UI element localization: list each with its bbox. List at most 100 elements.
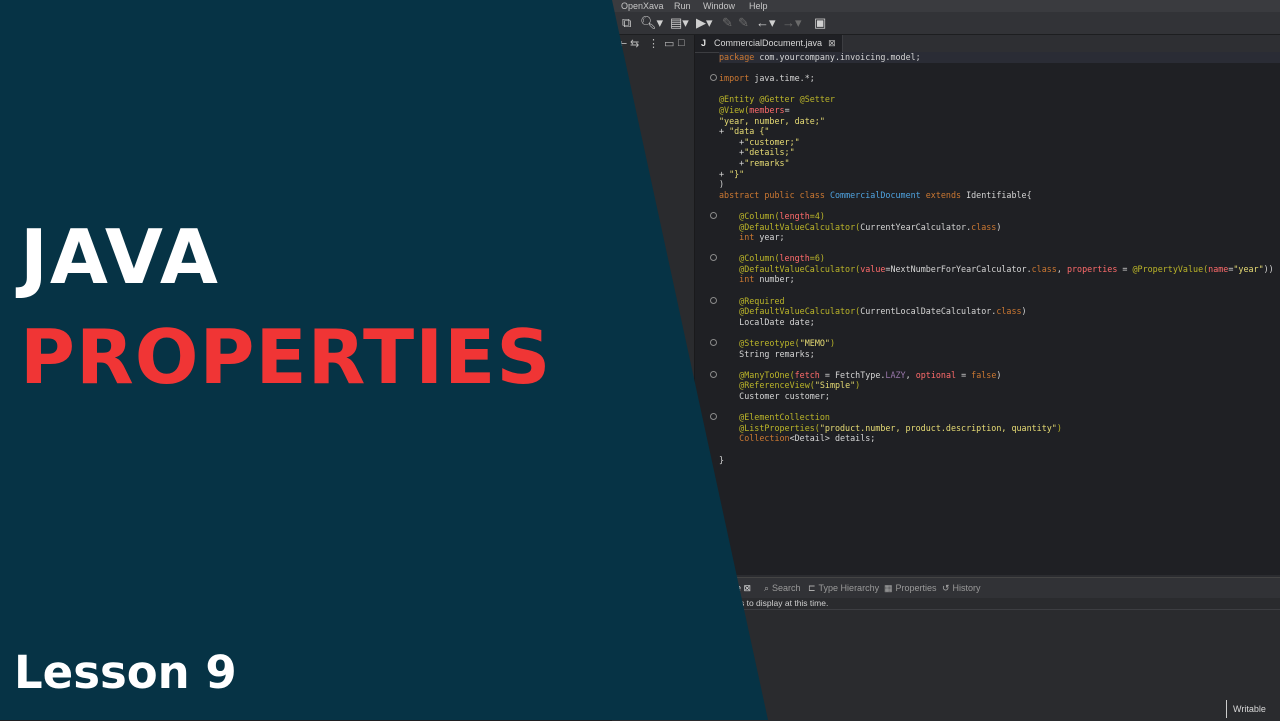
forward-nav-icon[interactable]: ✎	[722, 16, 733, 30]
code-token: LAZY	[885, 369, 906, 380]
lesson-label: Lesson 9	[14, 646, 237, 699]
panel-message: s to display at this time.	[740, 598, 829, 608]
run-icon[interactable]: ▶▾	[696, 16, 713, 30]
maximize-icon[interactable]: □	[678, 37, 685, 49]
code-line: @DefaultValueCalculator(CurrentLocalDate…	[719, 306, 1280, 317]
tab-search[interactable]: ⌕ Search	[764, 578, 801, 598]
source-code[interactable]: package com.yourcompany.invoicing.model;…	[710, 52, 1280, 465]
tab-properties[interactable]: ▦ Properties	[884, 578, 937, 598]
fold-toggle-icon[interactable]	[710, 339, 717, 347]
restore-window-icon[interactable]: ▣	[814, 16, 826, 30]
code-token: @ManyToOne(	[719, 369, 795, 380]
editor-tab-label: CommercialDocument.java	[714, 38, 823, 48]
code-token: import	[719, 73, 755, 84]
code-line: int year;	[719, 232, 1280, 243]
code-token: "year"	[1233, 263, 1264, 274]
code-token: "}"	[729, 168, 745, 179]
code-line: Collection<Detail> details;	[719, 433, 1280, 444]
code-line: abstract public class CommercialDocument…	[719, 190, 1280, 201]
code-token: length	[779, 210, 810, 221]
view-menu-icon[interactable]: ⋮	[648, 37, 659, 50]
java-file-icon: J	[701, 38, 707, 48]
code-line: @ElementCollection	[710, 412, 1280, 423]
tab-type-hierarchy[interactable]: ⊏ Type Hierarchy	[808, 578, 879, 598]
status-writable: Writable	[1226, 700, 1266, 718]
code-line: LocalDate date;	[719, 317, 1280, 328]
code-token: =	[1117, 263, 1133, 274]
new-package-icon[interactable]: ▤▾	[670, 16, 689, 30]
code-token: "Simple"	[814, 380, 856, 391]
code-token: )	[1056, 422, 1062, 433]
menu-openxava[interactable]: OpenXava	[621, 0, 664, 12]
code-token: details;	[834, 433, 876, 444]
editor-tab[interactable]: J CommercialDocument.java ⊠	[695, 35, 843, 52]
code-line: + "data {"	[719, 126, 1280, 137]
close-tab-icon[interactable]: ⊠	[744, 583, 752, 593]
code-token: )	[719, 179, 725, 190]
code-token: +	[719, 147, 745, 158]
code-line: package com.yourcompany.invoicing.model;	[719, 52, 1280, 63]
code-token: "product.number, product.description, qu…	[819, 422, 1057, 433]
code-token: Identifiable{	[966, 189, 1032, 200]
code-token: =	[784, 104, 790, 115]
code-line: @Stereotype("MEMO")	[710, 338, 1280, 349]
code-token: "details;"	[744, 147, 795, 158]
left-arrow-icon[interactable]: ←▾	[756, 16, 776, 30]
code-token: @Entity @Getter @Setter	[719, 94, 835, 105]
code-token: =	[956, 369, 972, 380]
search-icon[interactable]: 🔍︎▾	[640, 16, 663, 30]
right-arrow-icon[interactable]: →▾	[782, 16, 802, 30]
link-editor-icon[interactable]: ⇆	[630, 37, 639, 50]
code-token: int	[719, 232, 760, 243]
sync-icon[interactable]: ⧉	[622, 16, 631, 30]
code-token: @ElementCollection	[719, 412, 830, 423]
code-line: @ManyToOne(fetch = FetchType.LAZY, optio…	[710, 369, 1280, 381]
fold-toggle-icon[interactable]	[710, 211, 717, 219]
code-token: date;	[789, 316, 815, 327]
code-token: ,	[905, 369, 916, 380]
code-token: name	[1208, 263, 1229, 274]
tab-history[interactable]: ↺ History	[942, 578, 981, 598]
menu-help[interactable]: Help	[749, 0, 768, 12]
code-token: CommercialDocument	[829, 189, 926, 200]
back-nav-icon[interactable]: ✎	[738, 16, 749, 30]
code-token: String	[719, 348, 775, 359]
menu-run[interactable]: Run	[674, 0, 691, 12]
toolbar: ⧉ 🔍︎▾ ▤▾ ▶▾ ✎ ✎ ←▾ →▾ ▣	[612, 12, 1280, 35]
code-line: +"details;"	[719, 147, 1280, 158]
code-token: com.yourcompany.invoicing.model;	[759, 52, 921, 62]
code-token: = FetchType.	[819, 369, 886, 380]
close-tab-icon[interactable]: ⊠	[828, 38, 836, 48]
code-token: @Stereotype(	[719, 338, 800, 349]
fold-toggle-icon[interactable]	[710, 413, 717, 421]
code-line: @Column(length=4)	[710, 210, 1280, 222]
fold-toggle-icon[interactable]	[710, 254, 717, 262]
code-token: @ListProperties(	[719, 422, 820, 433]
code-token: class	[996, 306, 1022, 317]
code-editor[interactable]: J CommercialDocument.java ⊠ package com.yo…	[695, 35, 1280, 575]
code-token: "year, number, date;"	[719, 115, 825, 126]
code-token: ))	[1263, 263, 1274, 274]
code-line: int number;	[719, 274, 1280, 285]
code-token: number;	[759, 274, 795, 285]
properties-icon: ▦	[884, 583, 893, 593]
code-token: java.time.*;	[754, 73, 815, 84]
code-token: int	[719, 274, 760, 285]
fold-toggle-icon[interactable]	[710, 370, 717, 378]
fold-toggle-icon[interactable]	[710, 74, 717, 82]
code-line: @Required	[710, 296, 1280, 307]
code-line: @Column(length=6)	[710, 253, 1280, 264]
code-token: extends	[925, 189, 967, 200]
code-token: @View(	[719, 104, 750, 115]
code-line: + "}"	[719, 169, 1280, 180]
fold-toggle-icon[interactable]	[710, 296, 717, 304]
code-token: +	[719, 126, 730, 137]
code-line: import java.time.*;	[710, 73, 1280, 84]
code-token: @DefaultValueCalculator(	[719, 263, 861, 274]
menu-window[interactable]: Window	[703, 0, 735, 12]
minimize-icon[interactable]: ▭	[664, 37, 674, 50]
